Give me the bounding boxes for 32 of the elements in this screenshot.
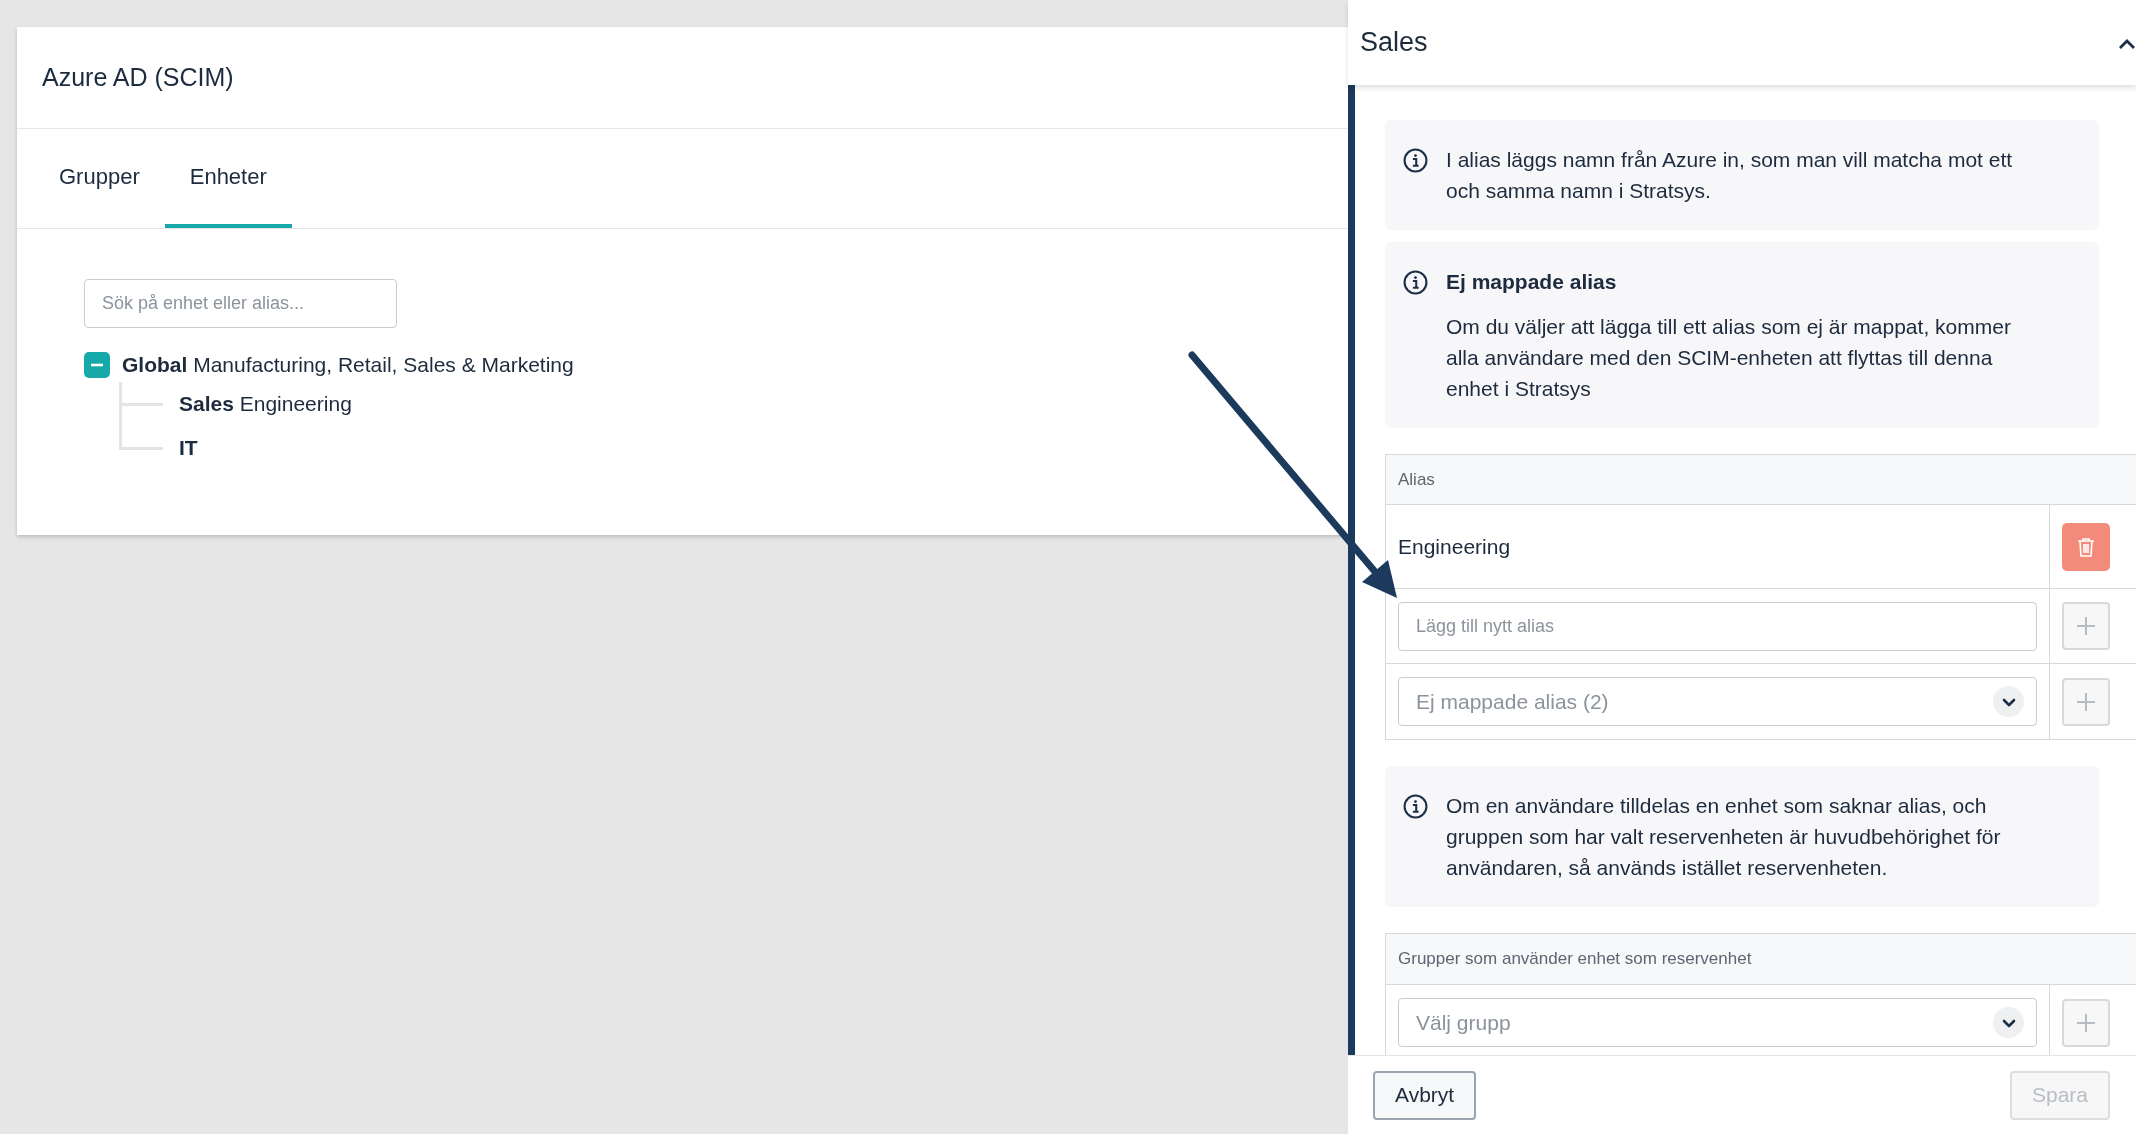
info-icon bbox=[1403, 148, 1428, 173]
panel-title: Sales bbox=[1360, 26, 1428, 60]
tab[interactable]: Enheter bbox=[164, 129, 292, 228]
add-button[interactable] bbox=[2062, 998, 2110, 1047]
column-header: Alias bbox=[1398, 468, 1435, 491]
info-icon bbox=[1403, 794, 1428, 819]
collapse-toggle[interactable] bbox=[84, 352, 110, 378]
tree-item[interactable]: IT bbox=[179, 432, 198, 464]
alias-input[interactable]: Lägg till nytt alias bbox=[1398, 601, 2037, 651]
plus-icon bbox=[2075, 1011, 2097, 1034]
plus-icon bbox=[2075, 615, 2097, 637]
info-text: Om en användare tilldelas en enhet som saknar alias, och gruppen som har valt reservenheten är huvudbehörighet för användaren, så används istället reservenheten. bbox=[1446, 793, 2002, 881]
delete-button[interactable] bbox=[2062, 522, 2110, 571]
tree-item[interactable]: Sales Engineering bbox=[179, 388, 352, 420]
alias-name: Engineering bbox=[1398, 533, 1511, 560]
add-button[interactable] bbox=[2062, 602, 2110, 650]
chevron-down-icon bbox=[1993, 1007, 2024, 1038]
chevron-up-icon[interactable] bbox=[2118, 38, 2136, 51]
info-icon bbox=[1403, 270, 1428, 295]
search-field[interactable]: Sök på enhet eller alias... bbox=[84, 279, 397, 328]
plus-icon bbox=[2075, 690, 2097, 713]
add-button[interactable] bbox=[2062, 677, 2110, 726]
info-text: I alias läggs namn från Azure in, som man vill matcha mot ett och samma namn i Stratsys. bbox=[1446, 147, 2014, 204]
info-text: Om du väljer att lägga till ett alias som ej är mappat, kommer alla användare med den SCIM-enheten att flyttas till denna enhet i Stratsys bbox=[1446, 314, 2012, 402]
trash-icon bbox=[2077, 536, 2095, 557]
column-header: Grupper som använder enhet som reservenhet bbox=[1398, 948, 1752, 971]
chevron-down-icon bbox=[1993, 686, 2024, 717]
cancel-button[interactable]: Avbryt bbox=[1373, 1070, 1477, 1120]
tree-item[interactable]: Global Manufacturing, Retail, Sales & Marketing bbox=[122, 349, 574, 381]
info-title: Ej mappade alias bbox=[1446, 269, 1618, 295]
tab[interactable]: Grupper bbox=[34, 129, 165, 228]
card-title: Azure AD (SCIM) bbox=[42, 61, 234, 93]
